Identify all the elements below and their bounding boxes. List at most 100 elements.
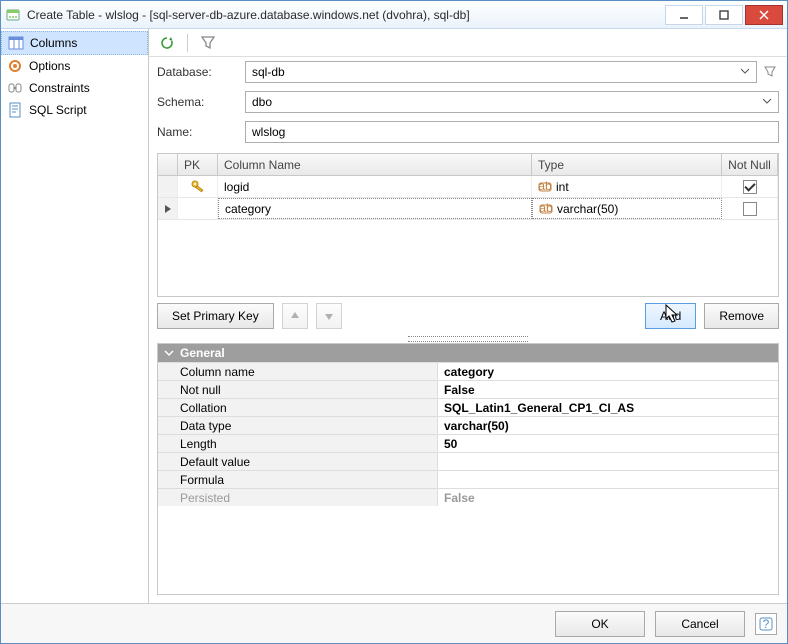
schema-label: Schema: bbox=[157, 95, 235, 109]
cancel-button[interactable]: Cancel bbox=[655, 611, 745, 637]
options-icon bbox=[7, 58, 23, 74]
grid-header-pk[interactable]: PK bbox=[178, 154, 218, 175]
row-selector[interactable] bbox=[158, 198, 178, 219]
properties-panel: General Column namecategory Not nullFals… bbox=[157, 343, 779, 595]
splitter-grip-icon bbox=[408, 336, 528, 342]
sidebar-item-label: Options bbox=[29, 59, 70, 73]
add-button[interactable]: Add bbox=[645, 303, 696, 329]
window-title: Create Table - wlslog - [sql-server-db-a… bbox=[27, 8, 663, 22]
constraints-icon bbox=[7, 80, 23, 96]
grid-header-notnull[interactable]: Not Null bbox=[722, 154, 778, 175]
property-value[interactable]: SQL_Latin1_General_CP1_CI_AS bbox=[438, 399, 778, 416]
notnull-cell[interactable] bbox=[722, 198, 778, 219]
move-up-button[interactable] bbox=[282, 303, 308, 329]
property-row[interactable]: Formula bbox=[158, 470, 778, 488]
row-selector[interactable] bbox=[158, 176, 178, 197]
grid-header: PK Column Name Type Not Null bbox=[158, 154, 778, 176]
close-button[interactable] bbox=[745, 5, 783, 25]
properties-section-title: General bbox=[180, 346, 225, 360]
grid-header-type[interactable]: Type bbox=[532, 154, 722, 175]
name-label: Name: bbox=[157, 125, 235, 139]
remove-button[interactable]: Remove bbox=[704, 303, 779, 329]
titlebar[interactable]: Create Table - wlslog - [sql-server-db-a… bbox=[1, 1, 787, 29]
column-name: logid bbox=[224, 180, 249, 194]
properties-section-header[interactable]: General bbox=[158, 344, 778, 362]
column-type-cell[interactable]: ab varchar(50) bbox=[532, 198, 722, 219]
column-name-cell[interactable]: category bbox=[218, 198, 532, 219]
schema-value: dbo bbox=[252, 95, 272, 109]
minimize-button[interactable] bbox=[665, 5, 703, 25]
property-label: Column name bbox=[158, 363, 438, 380]
property-label: Length bbox=[158, 435, 438, 452]
dialog-footer: OK Cancel ? bbox=[1, 603, 787, 643]
grid-header-name[interactable]: Column Name bbox=[218, 154, 532, 175]
property-value[interactable]: category bbox=[438, 363, 778, 380]
dialog-window: Create Table - wlslog - [sql-server-db-a… bbox=[0, 0, 788, 644]
database-value: sql-db bbox=[252, 65, 285, 79]
table-row[interactable]: category ab varchar(50) bbox=[158, 198, 778, 220]
refresh-button[interactable] bbox=[157, 33, 177, 53]
property-value[interactable]: False bbox=[438, 381, 778, 398]
property-label: Not null bbox=[158, 381, 438, 398]
svg-text:?: ? bbox=[763, 617, 770, 631]
property-row[interactable]: CollationSQL_Latin1_General_CP1_CI_AS bbox=[158, 398, 778, 416]
property-row[interactable]: Not nullFalse bbox=[158, 380, 778, 398]
sidebar-item-sql-script[interactable]: SQL Script bbox=[1, 99, 148, 121]
checkbox-unchecked-icon bbox=[743, 202, 757, 216]
svg-text:ab: ab bbox=[538, 180, 552, 193]
sidebar-item-constraints[interactable]: Constraints bbox=[1, 77, 148, 99]
property-label: Data type bbox=[158, 417, 438, 434]
datatype-icon: ab bbox=[538, 180, 552, 194]
grid-header-selector[interactable] bbox=[158, 154, 178, 175]
property-row[interactable]: Column namecategory bbox=[158, 362, 778, 380]
column-type: varchar(50) bbox=[557, 202, 618, 216]
column-name: category bbox=[225, 202, 271, 216]
columns-icon bbox=[8, 35, 24, 51]
chevron-down-icon bbox=[762, 95, 772, 109]
maximize-button[interactable] bbox=[705, 5, 743, 25]
property-label: Persisted bbox=[158, 489, 438, 506]
property-label: Collation bbox=[158, 399, 438, 416]
sidebar-item-label: SQL Script bbox=[29, 103, 87, 117]
property-value[interactable] bbox=[438, 453, 778, 470]
sidebar-item-columns[interactable]: Columns bbox=[1, 31, 148, 55]
schema-combo[interactable]: dbo bbox=[245, 91, 779, 113]
ok-button[interactable]: OK bbox=[555, 611, 645, 637]
grid-actions: Set Primary Key Add Remove bbox=[149, 297, 787, 335]
database-combo[interactable]: sql-db bbox=[245, 61, 757, 83]
splitter[interactable] bbox=[149, 335, 787, 343]
property-row[interactable]: Data typevarchar(50) bbox=[158, 416, 778, 434]
table-row[interactable]: logid ab int bbox=[158, 176, 778, 198]
pk-cell[interactable] bbox=[178, 176, 218, 197]
primary-key-icon bbox=[190, 179, 206, 195]
separator bbox=[187, 34, 188, 52]
column-type-cell[interactable]: ab int bbox=[532, 176, 722, 197]
property-row[interactable]: Length50 bbox=[158, 434, 778, 452]
set-primary-key-button[interactable]: Set Primary Key bbox=[157, 303, 274, 329]
toolbar bbox=[149, 29, 787, 57]
column-name-cell[interactable]: logid bbox=[218, 176, 532, 197]
chevron-down-icon bbox=[740, 65, 750, 79]
property-value: False bbox=[438, 489, 778, 506]
filter-button[interactable] bbox=[198, 33, 218, 53]
property-value[interactable] bbox=[438, 471, 778, 488]
sidebar-item-options[interactable]: Options bbox=[1, 55, 148, 77]
collapse-icon bbox=[164, 348, 174, 358]
help-button[interactable]: ? bbox=[755, 613, 777, 635]
script-icon bbox=[7, 102, 23, 118]
property-value[interactable]: varchar(50) bbox=[438, 417, 778, 434]
table-name-input[interactable]: wlslog bbox=[245, 121, 779, 143]
database-label: Database: bbox=[157, 65, 235, 79]
database-filter-icon[interactable] bbox=[761, 61, 779, 83]
sidebar: Columns Options Constraints SQL Script bbox=[1, 29, 149, 603]
move-down-button[interactable] bbox=[316, 303, 342, 329]
property-row[interactable]: PersistedFalse bbox=[158, 488, 778, 506]
sidebar-item-label: Constraints bbox=[29, 81, 90, 95]
property-label: Formula bbox=[158, 471, 438, 488]
property-label: Default value bbox=[158, 453, 438, 470]
property-row[interactable]: Default value bbox=[158, 452, 778, 470]
property-value[interactable]: 50 bbox=[438, 435, 778, 452]
datatype-icon: ab bbox=[539, 202, 553, 216]
notnull-cell[interactable] bbox=[722, 176, 778, 197]
pk-cell[interactable] bbox=[178, 198, 218, 219]
